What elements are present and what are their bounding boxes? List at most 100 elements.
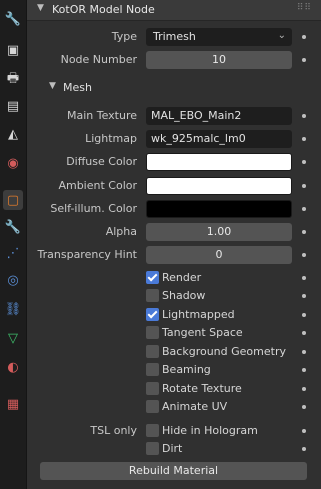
properties-tab-bar: 🔧 ▣ 🖶 ▤ ◭ ◉ ▢ 🔧 ⋰ ◎ ⛓ ▽ ◐ ▦ [0, 0, 27, 489]
texture-icon-glyph: ▦ [6, 396, 20, 412]
object-icon[interactable]: ▢ [3, 190, 23, 210]
background-geometry-checkbox[interactable]: Background Geometry [27, 343, 321, 361]
animate-property-dot[interactable] [302, 114, 306, 118]
self-illum-color-label: Self-illum. Color [50, 202, 137, 215]
type-label: Type [111, 30, 137, 43]
shadow-checkbox[interactable]: Shadow [27, 287, 321, 305]
node-number-field[interactable]: 10 [146, 51, 292, 69]
animate-property-dot[interactable] [302, 447, 306, 451]
output-icon-glyph: 🖶 [6, 71, 20, 86]
render-icon[interactable]: ▣ [3, 40, 23, 60]
alpha-row: Alpha 1.00 [27, 223, 321, 241]
physics-icon[interactable]: ◎ [3, 270, 23, 290]
view-layer-icon-glyph: ▤ [6, 98, 20, 114]
checkbox-unchecked[interactable] [146, 442, 159, 455]
checkbox-unchecked[interactable] [146, 326, 159, 339]
object-data-icon[interactable]: ▽ [3, 328, 23, 348]
animate-property-dot[interactable] [302, 160, 306, 164]
animate-property-dot[interactable] [302, 58, 306, 62]
tool-icon[interactable]: 🔧 [3, 9, 23, 29]
panel-header[interactable]: ▼ KotOR Model Node ⠿⠿ [27, 0, 321, 21]
material-icon[interactable]: ◐ [3, 357, 23, 377]
dirt-checkbox[interactable]: Dirt [27, 440, 321, 458]
texture-icon[interactable]: ▦ [3, 394, 23, 414]
panel-title: KotOR Model Node [52, 3, 155, 16]
mesh-title: Mesh [63, 81, 92, 94]
tool-icon-glyph: 🔧 [4, 11, 22, 27]
world-icon[interactable]: ◉ [3, 153, 23, 173]
lightmap-input[interactable]: wk_925malc_lm0 [146, 130, 292, 148]
hide-in-hologram-checkbox[interactable]: TSL only Hide in Hologram [27, 422, 321, 440]
constraints-icon[interactable]: ⛓ [3, 299, 23, 319]
output-icon[interactable]: 🖶 [3, 70, 23, 90]
animate-property-dot[interactable] [302, 294, 306, 298]
ambient-color-label: Ambient Color [58, 179, 137, 192]
alpha-label: Alpha [105, 225, 137, 238]
checkbox-unchecked[interactable] [146, 289, 159, 302]
tsl-only-label: TSL only [90, 424, 137, 437]
node-number-label: Node Number [60, 53, 137, 66]
tangent-space-checkbox[interactable]: Tangent Space [27, 324, 321, 342]
animate-property-dot[interactable] [302, 253, 306, 257]
self-illum-color-row: Self-illum. Color [27, 200, 321, 218]
main-texture-label: Main Texture [66, 109, 137, 122]
particles-icon[interactable]: ⋰ [3, 243, 23, 263]
animate-uv-checkbox[interactable]: Animate UV [27, 398, 321, 416]
animate-property-dot[interactable] [302, 387, 306, 391]
checkbox-unchecked[interactable] [146, 345, 159, 358]
render-label: Render [162, 271, 202, 284]
ambient-color-swatch[interactable] [146, 177, 292, 195]
animate-property-dot[interactable] [302, 137, 306, 141]
main-texture-input[interactable]: MAL_EBO_Main2 [146, 107, 292, 125]
dirt-label: Dirt [162, 442, 183, 455]
chevron-down-icon: ▼ [49, 81, 56, 91]
animate-property-dot[interactable] [302, 230, 306, 234]
particles-icon-glyph: ⋰ [6, 245, 20, 261]
lightmapped-checkbox[interactable]: Lightmapped [27, 306, 321, 324]
chevron-down-icon: ⌄ [277, 30, 286, 41]
modifier-icon-glyph: 🔧 [4, 219, 22, 235]
checkbox-unchecked[interactable] [146, 424, 159, 437]
render-checkbox[interactable]: Render [27, 269, 321, 287]
animate-property-dot[interactable] [302, 276, 306, 280]
shadow-label: Shadow [162, 289, 206, 302]
lightmapped-label: Lightmapped [162, 308, 235, 321]
constraints-icon-glyph: ⛓ [4, 301, 22, 317]
drag-handle-icon[interactable]: ⠿⠿ [297, 3, 312, 13]
animate-property-dot[interactable] [302, 429, 306, 433]
checkbox-unchecked[interactable] [146, 382, 159, 395]
self-illum-color-swatch[interactable] [146, 200, 292, 218]
animate-property-dot[interactable] [302, 350, 306, 354]
rebuild-material-button[interactable]: Rebuild Material [40, 462, 307, 480]
rotate-texture-checkbox[interactable]: Rotate Texture [27, 380, 321, 398]
lightmap-label: Lightmap [85, 132, 137, 145]
checkbox-checked[interactable] [146, 308, 159, 321]
view-layer-icon[interactable]: ▤ [3, 96, 23, 116]
animate-property-dot[interactable] [302, 184, 306, 188]
animate-property-dot[interactable] [302, 405, 306, 409]
type-dropdown[interactable]: Trimesh ⌄ [146, 28, 292, 46]
beaming-label: Beaming [162, 363, 211, 376]
beaming-checkbox[interactable]: Beaming [27, 361, 321, 379]
hide-in-hologram-label: Hide in Hologram [162, 424, 258, 437]
animate-property-dot[interactable] [302, 331, 306, 335]
node-number-row: Node Number 10 [27, 51, 321, 69]
animate-property-dot[interactable] [302, 207, 306, 211]
checkbox-unchecked[interactable] [146, 400, 159, 413]
diffuse-color-swatch[interactable] [146, 153, 292, 171]
transparency-hint-label: Transparency Hint [37, 248, 137, 261]
checkbox-unchecked[interactable] [146, 363, 159, 376]
animate-property-dot[interactable] [302, 35, 306, 39]
checkbox-checked[interactable] [146, 271, 159, 284]
animate-property-dot[interactable] [302, 313, 306, 317]
world-icon-glyph: ◉ [7, 155, 19, 171]
background-geometry-label: Background Geometry [162, 345, 286, 358]
modifier-icon[interactable]: 🔧 [3, 217, 23, 237]
mesh-subpanel-header[interactable]: ▼ Mesh [27, 79, 321, 97]
animate-property-dot[interactable] [302, 368, 306, 372]
transparency-hint-field[interactable]: 0 [146, 246, 292, 264]
scene-icon[interactable]: ◭ [3, 124, 23, 144]
alpha-field[interactable]: 1.00 [146, 223, 292, 241]
rotate-texture-label: Rotate Texture [162, 382, 242, 395]
type-value: Trimesh [153, 30, 196, 43]
